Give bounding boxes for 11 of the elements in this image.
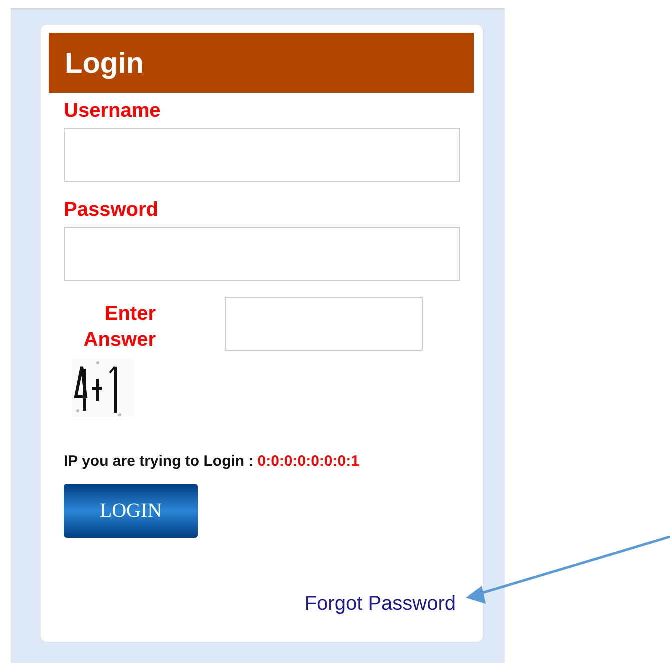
captcha-label: Enter Answer [82, 302, 156, 353]
password-label: Password [64, 198, 158, 222]
answer-field[interactable] [225, 297, 423, 351]
forgot-password-link[interactable]: Forgot Password [304, 593, 456, 616]
password-field[interactable] [64, 227, 460, 281]
ip-label: IP you are trying to Login : [64, 453, 254, 470]
login-title: Login [49, 33, 474, 93]
ip-address: 0:0:0:0:0:0:0:1 [258, 453, 360, 470]
login-button[interactable]: LOGIN [64, 484, 198, 538]
username-field[interactable] [64, 128, 460, 182]
username-label: Username [64, 99, 161, 123]
